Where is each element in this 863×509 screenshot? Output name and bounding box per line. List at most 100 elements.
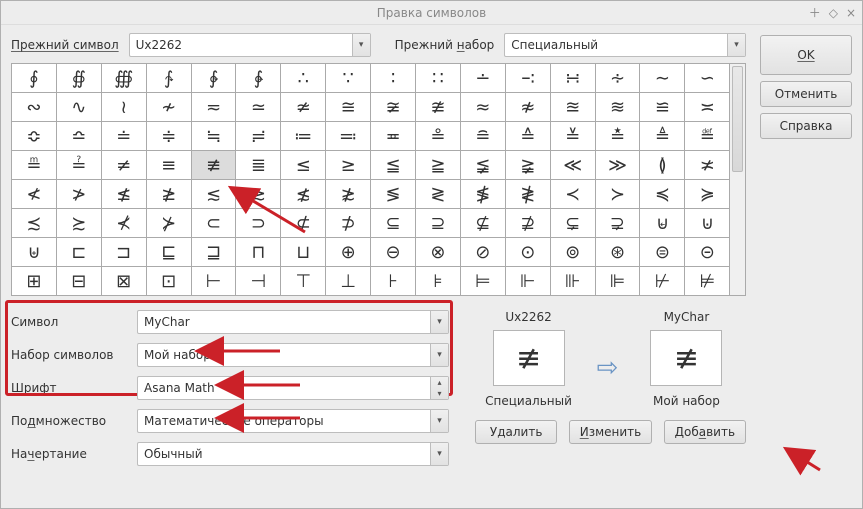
grid-cell[interactable]: ∶: [371, 64, 416, 93]
grid-cell[interactable]: ≛: [596, 122, 641, 151]
grid-cell[interactable]: ≓: [236, 122, 281, 151]
grid-cell[interactable]: ≨: [461, 151, 506, 180]
grid-cell[interactable]: ≣: [236, 151, 281, 180]
grid-cell[interactable]: ≴: [281, 180, 326, 209]
grid-cell[interactable]: ≫: [596, 151, 641, 180]
grid-cell[interactable]: ⊕: [326, 238, 371, 267]
grid-cell[interactable]: ⊂: [192, 209, 237, 238]
grid-cell[interactable]: ⊆: [371, 209, 416, 238]
grid-cell[interactable]: ⊑: [147, 238, 192, 267]
grid-cell[interactable]: ≪: [551, 151, 596, 180]
grid-cell[interactable]: ⊚: [551, 238, 596, 267]
grid-cell[interactable]: ≡: [147, 151, 192, 180]
grid-cell[interactable]: ≯: [57, 180, 102, 209]
grid-cell[interactable]: ∾: [12, 93, 57, 122]
grid-cell[interactable]: ≌: [640, 93, 685, 122]
dropdown-arrow-icon[interactable]: [727, 34, 745, 56]
dropdown-arrow-icon[interactable]: [430, 410, 448, 432]
grid-cell[interactable]: ≕: [326, 122, 371, 151]
grid-cell[interactable]: ≀: [102, 93, 147, 122]
spin-arrows-icon[interactable]: [430, 377, 448, 399]
grid-cell[interactable]: ≹: [506, 180, 551, 209]
dropdown-arrow-icon[interactable]: [430, 344, 448, 366]
grid-cell[interactable]: ∻: [596, 64, 641, 93]
grid-cell[interactable]: ∷: [416, 64, 461, 93]
grid-cell[interactable]: ⊠: [102, 267, 147, 296]
grid-cell[interactable]: ⊛: [596, 238, 641, 267]
grid-cell[interactable]: ≑: [147, 122, 192, 151]
grid-cell[interactable]: ⊔: [281, 238, 326, 267]
grid-cell[interactable]: ≅: [326, 93, 371, 122]
grid-cell[interactable]: ≾: [12, 209, 57, 238]
window-maximize-icon[interactable]: ◇: [829, 1, 838, 25]
grid-cell[interactable]: ≵: [326, 180, 371, 209]
grid-cell[interactable]: ⊄: [281, 209, 326, 238]
style-input[interactable]: Обычный: [137, 442, 449, 466]
font-input[interactable]: Asana Math: [137, 376, 449, 400]
prev-symbol-combo[interactable]: Ux2262: [129, 33, 371, 57]
grid-cell[interactable]: ⊥: [326, 267, 371, 296]
grid-cell[interactable]: ⊉: [506, 209, 551, 238]
dropdown-arrow-icon[interactable]: [352, 34, 370, 56]
grid-cell[interactable]: ≚: [551, 122, 596, 151]
grid-cell[interactable]: ≖: [371, 122, 416, 151]
grid-cell[interactable]: ≜: [640, 122, 685, 151]
grid-cell[interactable]: ⊃: [236, 209, 281, 238]
grid-cell[interactable]: ≼: [640, 180, 685, 209]
grid-cell[interactable]: ⊁: [147, 209, 192, 238]
grid-cell[interactable]: ≎: [12, 122, 57, 151]
grid-cell[interactable]: ≻: [596, 180, 641, 209]
grid-cell[interactable]: ⊦: [371, 267, 416, 296]
grid-cell[interactable]: ≝: [685, 122, 730, 151]
grid-cell[interactable]: ⊟: [57, 267, 102, 296]
grid-cell[interactable]: ∴: [281, 64, 326, 93]
dropdown-arrow-icon[interactable]: [430, 311, 448, 333]
grid-cell[interactable]: ∲: [192, 64, 237, 93]
grid-cell[interactable]: ∮: [12, 64, 57, 93]
grid-cell[interactable]: ⊤: [281, 267, 326, 296]
grid-cell[interactable]: ≒: [192, 122, 237, 151]
grid-cell[interactable]: ∳: [236, 64, 281, 93]
grid-cell[interactable]: ≳: [236, 180, 281, 209]
set-input[interactable]: Мой набор: [137, 343, 449, 367]
grid-cell[interactable]: ⊣: [236, 267, 281, 296]
grid-cell[interactable]: ⊌: [640, 209, 685, 238]
grid-cell[interactable]: ⊇: [416, 209, 461, 238]
add-button[interactable]: Добавить: [664, 420, 746, 444]
grid-cell[interactable]: ≄: [281, 93, 326, 122]
grid-cell[interactable]: ∿: [57, 93, 102, 122]
grid-cell[interactable]: ∰: [102, 64, 147, 93]
grid-cell[interactable]: ≘: [461, 122, 506, 151]
ok-button[interactable]: OK: [760, 35, 852, 75]
subset-input[interactable]: Математические операторы: [137, 409, 449, 433]
grid-cell[interactable]: ∼: [640, 64, 685, 93]
grid-cell[interactable]: ≶: [371, 180, 416, 209]
grid-cell[interactable]: ≿: [57, 209, 102, 238]
grid-cell[interactable]: ⊀: [102, 209, 147, 238]
grid-cell[interactable]: ≭: [685, 151, 730, 180]
grid-cell[interactable]: ≮: [12, 180, 57, 209]
dropdown-arrow-icon[interactable]: [430, 443, 448, 465]
grid-cell[interactable]: ≬: [640, 151, 685, 180]
grid-cell[interactable]: ≙: [506, 122, 551, 151]
grid-cell[interactable]: ≧: [416, 151, 461, 180]
grid-cell[interactable]: ⊊: [551, 209, 596, 238]
grid-cell[interactable]: ≤: [281, 151, 326, 180]
grid-cell[interactable]: ≦: [371, 151, 416, 180]
grid-cell[interactable]: ∵: [326, 64, 371, 93]
grid-cell[interactable]: ⊙: [506, 238, 551, 267]
grid-cell[interactable]: ≋: [596, 93, 641, 122]
grid-cell[interactable]: ⊖: [371, 238, 416, 267]
cancel-button[interactable]: Отменить: [760, 81, 852, 107]
grid-cell[interactable]: ⊝: [685, 238, 730, 267]
grid-cell[interactable]: ⊢: [192, 267, 237, 296]
grid-cell[interactable]: ⊩: [506, 267, 551, 296]
grid-cell[interactable]: ∯: [57, 64, 102, 93]
grid-cell[interactable]: ⊓: [236, 238, 281, 267]
grid-cell[interactable]: ∸: [461, 64, 506, 93]
symbol-input[interactable]: MyChar: [137, 310, 449, 334]
window-minimize-icon[interactable]: ＋: [809, 1, 821, 25]
grid-cell[interactable]: ≁: [147, 93, 192, 122]
grid-cell[interactable]: ≗: [416, 122, 461, 151]
grid-cell[interactable]: ∱: [147, 64, 192, 93]
